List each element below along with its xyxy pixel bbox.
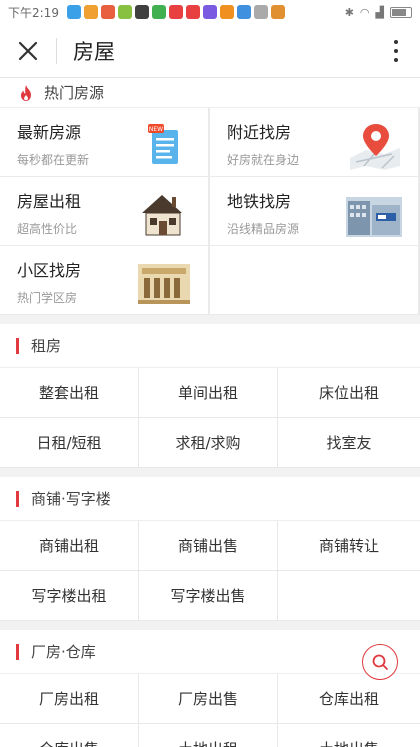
category-button[interactable]: 仓库出租 [278,674,420,724]
hot-section-title: 热门房源 [44,84,105,102]
new-document-icon: NEW [148,124,178,164]
notification-app-icon [100,5,115,19]
category-button[interactable]: 土地出租 [139,724,278,747]
metro-building-icon [346,197,402,237]
category-button[interactable]: 厂房出售 [139,674,278,724]
section-accent-bar [16,490,19,507]
category-button[interactable]: 床位出租 [278,368,420,418]
notification-app-icon [253,5,268,19]
notification-app-icon [270,5,285,19]
section-accent-bar [16,337,19,354]
category-button[interactable]: 写字楼出租 [0,571,139,621]
header: 房屋 [0,24,420,78]
svg-text:NEW: NEW [149,126,163,133]
hot-item-newest[interactable]: 最新房源 每秒都在更新 NEW [0,108,208,176]
floating-search-button[interactable] [362,644,398,680]
section-title-text: 租房 [31,337,62,355]
category-button[interactable]: 日租/短租 [0,418,139,468]
section-rent: 租房 整套出租 单间出租 床位出租 日租/短租 求租/求购 找室友 [0,324,420,468]
empty-cell [278,571,420,621]
header-divider [56,37,57,64]
more-dot [394,58,398,62]
signal-icon: ▟ [375,5,384,19]
notification-app-icon [117,5,132,19]
notification-app-icon [168,5,183,19]
category-button[interactable]: 商铺转让 [278,521,420,571]
search-icon [372,654,388,670]
more-dot [394,49,398,53]
house-icon [142,195,182,236]
hot-grid: 最新房源 每秒都在更新 NEW 附近找房 好房就在身边 房屋出租 超高性价比 地… [0,108,420,315]
section-title-text: 厂房·仓库 [31,643,96,661]
category-button[interactable]: 仓库出售 [0,724,139,747]
category-button[interactable]: 找室友 [278,418,420,468]
page-title: 房屋 [73,39,115,64]
community-building-icon [138,264,190,304]
more-dot [394,40,398,44]
section-grid: 厂房出租 厂房出售 仓库出租 仓库出售 土地出租 土地出售 [0,674,420,747]
category-button[interactable]: 商铺出售 [139,521,278,571]
section-title: 租房 [0,324,420,368]
hot-section-header: 热门房源 [0,78,420,108]
status-right: ✱ ◠ ▟ [345,6,412,19]
notification-app-icon [134,5,149,19]
category-button[interactable]: 整套出租 [0,368,139,418]
notification-app-icon [219,5,234,19]
notification-app-icon [83,5,98,19]
category-button[interactable]: 单间出租 [139,368,278,418]
more-menu-button[interactable] [386,38,406,64]
status-bar: 下午2:19 ✱ ◠ ▟ [0,0,420,24]
section-accent-bar [16,643,19,660]
status-app-icons [66,5,285,19]
close-button[interactable] [0,24,56,78]
section-title: 厂房·仓库 [0,630,420,674]
hot-item-nearby[interactable]: 附近找房 好房就在身边 [210,108,418,176]
battery-icon [390,6,412,18]
category-button[interactable]: 商铺出租 [0,521,139,571]
close-icon [18,41,38,60]
section-grid: 商铺出租 商铺出售 商铺转让 写字楼出租 写字楼出售 [0,521,420,621]
section-title: 商铺·写字楼 [0,477,420,521]
section-factory-warehouse: 厂房·仓库 厂房出租 厂房出售 仓库出租 仓库出售 土地出租 土地出售 [0,630,420,747]
map-pin-icon [350,124,400,170]
section-title-text: 商铺·写字楼 [31,490,111,508]
hot-item-community[interactable]: 小区找房 热门学区房 [0,246,208,314]
status-time: 下午2:19 [8,5,59,20]
hot-item-metro[interactable]: 地铁找房 沿线精品房源 [210,177,418,245]
notification-app-icon [185,5,200,19]
bluetooth-icon: ✱ [344,5,354,19]
notification-app-icon [66,5,81,19]
hot-empty-cell [210,246,418,314]
category-button[interactable]: 写字楼出售 [139,571,278,621]
wifi-icon: ◠ [359,5,370,19]
category-button[interactable]: 求租/求购 [139,418,278,468]
category-button[interactable]: 厂房出租 [0,674,139,724]
hot-item-rent[interactable]: 房屋出租 超高性价比 [0,177,208,245]
flame-icon [21,84,31,101]
notification-app-icon [151,5,166,19]
category-button[interactable]: 土地出售 [278,724,420,747]
notification-app-icon [236,5,251,19]
section-grid: 整套出租 单间出租 床位出租 日租/短租 求租/求购 找室友 [0,368,420,468]
notification-app-icon [202,5,217,19]
section-shop-office: 商铺·写字楼 商铺出租 商铺出售 商铺转让 写字楼出租 写字楼出售 [0,477,420,621]
